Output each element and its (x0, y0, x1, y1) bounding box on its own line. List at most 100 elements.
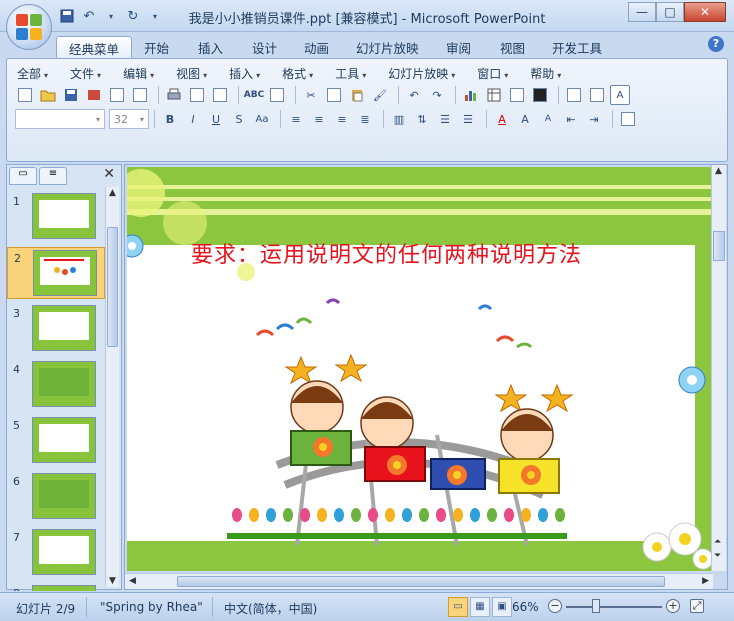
align-left-icon[interactable]: ≡ (286, 109, 306, 129)
increase-indent-icon[interactable]: ⇥ (584, 109, 604, 129)
tab-developer[interactable]: 开发工具 (540, 36, 614, 58)
shrink-font-icon[interactable]: A (538, 109, 558, 129)
text-box-icon[interactable]: A (610, 85, 630, 105)
zoom-in-icon[interactable]: + (666, 599, 680, 613)
tab-slideshow[interactable]: 幻灯片放映 (344, 36, 431, 58)
editor-horizontal-scrollbar[interactable]: ◀ ▶ (125, 573, 713, 589)
zoom-slider-track[interactable] (566, 606, 662, 608)
slide-thumb-6[interactable]: 6 (7, 471, 105, 523)
scroll-thumb[interactable] (713, 231, 725, 261)
slide-design-icon[interactable] (618, 109, 638, 129)
slide-thumb-7[interactable]: 7 (7, 527, 105, 579)
justify-icon[interactable]: ≣ (355, 109, 375, 129)
scroll-thumb[interactable] (107, 227, 118, 347)
minimize-button[interactable]: — (628, 2, 656, 22)
change-case-button[interactable]: Aa (252, 109, 272, 129)
thumbnail-scrollbar[interactable]: ▲ ▼ (105, 187, 119, 587)
numbered-list-icon[interactable]: ☰ (435, 109, 455, 129)
slide-canvas[interactable]: 要求：运用说明文的任何两种说明方法 (127, 167, 711, 571)
insert-chart-icon[interactable] (461, 85, 481, 105)
font-name-select[interactable]: ▾ (15, 109, 105, 129)
zoom-level[interactable]: 66% (512, 600, 539, 614)
tab-view[interactable]: 视图 (488, 36, 537, 58)
color-grayscale-icon[interactable] (530, 85, 550, 105)
font-size-select[interactable]: 32 ▾ (109, 109, 149, 129)
normal-view-button[interactable]: ▭ (448, 597, 468, 617)
tab-classic-menu[interactable]: 经典菜单 (56, 36, 133, 58)
scroll-thumb[interactable] (177, 576, 665, 587)
scroll-right-icon[interactable]: ▶ (702, 576, 709, 586)
close-button[interactable]: ✕ (684, 2, 726, 22)
layout-icon[interactable] (587, 85, 607, 105)
grow-font-icon[interactable]: A (515, 109, 535, 129)
email-icon[interactable] (107, 85, 127, 105)
slide-thumb-2[interactable]: 2 (7, 247, 105, 299)
next-slide-icon[interactable]: ⏷ (714, 551, 721, 561)
menu-window[interactable]: 窗口 ▾ (477, 65, 508, 82)
zoom-slider-knob[interactable] (592, 599, 600, 613)
bullet-list-icon[interactable]: ☰ (458, 109, 478, 129)
insert-object-icon[interactable] (507, 85, 527, 105)
slide-thumb-8[interactable]: 8 (7, 583, 105, 591)
open-icon[interactable] (38, 85, 58, 105)
slide-thumb-4[interactable]: 4 (7, 359, 105, 411)
menu-format[interactable]: 格式 ▾ (282, 65, 313, 82)
scroll-up-icon[interactable]: ▲ (715, 166, 722, 176)
menu-help[interactable]: 帮助 ▾ (530, 65, 561, 82)
maximize-button[interactable]: □ (656, 2, 684, 22)
menu-edit[interactable]: 编辑 ▾ (123, 65, 154, 82)
help-icon[interactable]: ? (708, 36, 724, 52)
editor-vertical-scrollbar[interactable]: ▲ ⏶ ⏷ (711, 165, 726, 571)
spelling-icon[interactable]: ABC (244, 85, 264, 105)
format-painter-icon[interactable]: 🖌 (370, 85, 390, 105)
paste-icon[interactable] (347, 85, 367, 105)
align-center-icon[interactable]: ≡ (309, 109, 329, 129)
scroll-down-icon[interactable]: ▼ (109, 576, 116, 586)
new-slide-icon[interactable] (564, 85, 584, 105)
slide-sorter-view-button[interactable]: ▦ (470, 597, 490, 617)
tab-animation[interactable]: 动画 (292, 36, 341, 58)
align-right-icon[interactable]: ≡ (332, 109, 352, 129)
scroll-up-icon[interactable]: ▲ (109, 188, 116, 198)
slide-thumb-3[interactable]: 3 (7, 303, 105, 355)
shadow-button[interactable]: S (229, 109, 249, 129)
underline-button[interactable]: U (206, 109, 226, 129)
pdf-icon[interactable] (130, 85, 150, 105)
research-icon[interactable] (210, 85, 230, 105)
permission-icon[interactable] (84, 85, 104, 105)
fit-to-window-icon[interactable]: ⤢ (690, 599, 704, 613)
text-direction-icon[interactable]: ⇅ (412, 109, 432, 129)
decrease-indent-icon[interactable]: ⇤ (561, 109, 581, 129)
new-icon[interactable] (15, 85, 35, 105)
tab-design[interactable]: 设计 (240, 36, 289, 58)
save-icon[interactable] (61, 85, 81, 105)
previous-slide-icon[interactable]: ⏶ (714, 537, 721, 547)
print-preview-icon[interactable] (187, 85, 207, 105)
italic-button[interactable]: I (183, 109, 203, 129)
tab-home[interactable]: 开始 (132, 36, 181, 58)
menu-view[interactable]: 视图 ▾ (176, 65, 207, 82)
tab-review[interactable]: 审阅 (434, 36, 483, 58)
tab-outline[interactable]: ≡ (39, 167, 67, 185)
print-icon[interactable] (164, 85, 184, 105)
copy-icon[interactable] (324, 85, 344, 105)
menu-slideshow[interactable]: 幻灯片放映 ▾ (388, 65, 455, 82)
language-indicator[interactable]: 中文(简体，中国) (224, 600, 317, 617)
slide-thumb-1[interactable]: 1 (7, 191, 105, 243)
columns-icon[interactable]: ▥ (389, 109, 409, 129)
menu-tools[interactable]: 工具 ▾ (335, 65, 366, 82)
tab-insert[interactable]: 插入 (186, 36, 235, 58)
thesaurus-icon[interactable] (267, 85, 287, 105)
close-pane-icon[interactable]: ✕ (103, 166, 115, 182)
menu-file[interactable]: 文件 ▾ (70, 65, 101, 82)
redo-icon[interactable]: ↷ (427, 85, 447, 105)
bold-button[interactable]: B (160, 109, 180, 129)
office-button[interactable] (6, 4, 52, 50)
menu-all[interactable]: 全部 ▾ (17, 65, 48, 82)
undo-icon[interactable]: ↶ (404, 85, 424, 105)
insert-table-icon[interactable] (484, 85, 504, 105)
slide-thumb-5[interactable]: 5 (7, 415, 105, 467)
tab-slides[interactable]: ▭ (9, 167, 37, 185)
slide-title[interactable]: 要求：运用说明文的任何两种说明方法 (191, 237, 582, 269)
slideshow-view-button[interactable]: ▣ (492, 597, 512, 617)
